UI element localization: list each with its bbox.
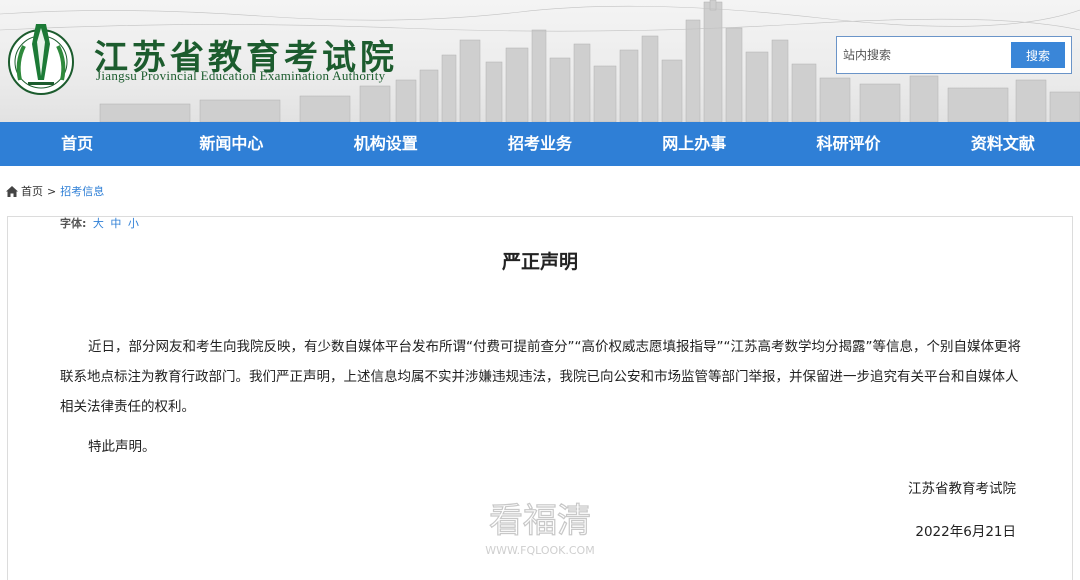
provincial-emblem-icon[interactable] — [6, 20, 76, 98]
home-icon — [6, 185, 18, 197]
font-size-selector: 字体: 大 中 小 — [60, 215, 139, 231]
search-box: 搜索 — [836, 36, 1072, 74]
font-size-large[interactable]: 大 — [93, 217, 104, 230]
font-size-small[interactable]: 小 — [128, 217, 139, 230]
article-paragraph: 特此声明。 — [88, 439, 156, 455]
font-size-label: 字体: — [60, 217, 87, 230]
article-signer: 江苏省教育考试院 — [908, 481, 1016, 497]
nav-item-documents[interactable]: 资料文献 — [926, 122, 1080, 166]
nav-item-online-services[interactable]: 网上办事 — [617, 122, 771, 166]
breadcrumb-home-link[interactable]: 首页 — [21, 183, 43, 199]
search-input[interactable] — [843, 41, 1007, 69]
nav-item-home[interactable]: 首页 — [0, 122, 154, 166]
article-paragraph: 近日，部分网友和考生向我院反映，有少数自媒体平台发布所谓“付费可提前查分”“高价… — [60, 339, 1021, 415]
search-button[interactable]: 搜索 — [1011, 42, 1065, 68]
article-title: 严正声明 — [501, 251, 578, 273]
nav-item-news[interactable]: 新闻中心 — [154, 122, 308, 166]
font-size-medium[interactable]: 中 — [110, 217, 121, 230]
nav-item-admissions[interactable]: 招考业务 — [463, 122, 617, 166]
article-date: 2022年6月21日 — [915, 524, 1016, 540]
watermark-text-en: WWW.FQLOOK.COM — [485, 544, 594, 557]
nav-item-research[interactable]: 科研评价 — [771, 122, 925, 166]
org-name-en: Jiangsu Provincial Education Examination… — [96, 68, 386, 83]
breadcrumb-separator: > — [47, 184, 57, 198]
breadcrumb: 首页 > 招考信息 — [6, 183, 104, 199]
watermark-logo: 看福清 WWW.FQLOOK.COM — [485, 500, 594, 557]
watermark-text-cn: 看福清 — [489, 501, 591, 541]
nav-item-organization[interactable]: 机构设置 — [309, 122, 463, 166]
site-header: 江苏省教育考试院 Jiangsu Provincial Education Ex… — [0, 0, 1080, 122]
main-nav: 首页 新闻中心 机构设置 招考业务 网上办事 科研评价 资料文献 — [0, 122, 1080, 166]
breadcrumb-current-link[interactable]: 招考信息 — [60, 183, 104, 199]
